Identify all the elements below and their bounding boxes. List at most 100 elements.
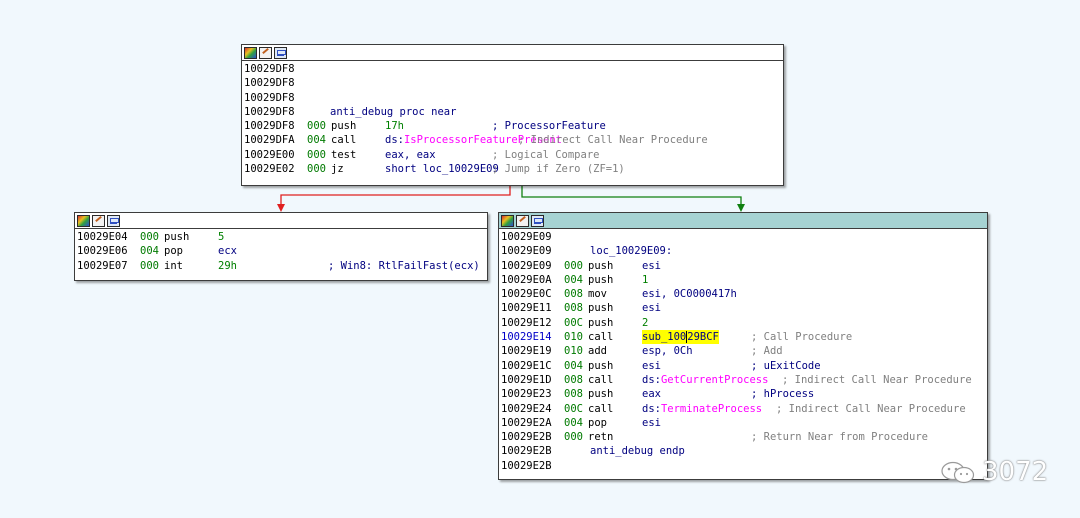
code-line[interactable]: 10029E2B bbox=[501, 459, 987, 473]
block-header-selected bbox=[499, 213, 987, 229]
code-label: anti_debug endp bbox=[590, 445, 685, 458]
stack-pointer: 008 bbox=[564, 288, 583, 301]
code-line[interactable]: 10029E12 00C push 2 bbox=[501, 316, 987, 330]
mnemonic: push bbox=[588, 316, 614, 329]
code-line[interactable]: 10029E1D 008 call ds:GetCurrentProcess ; Ind… bbox=[501, 373, 987, 387]
address: 10029E04 bbox=[77, 231, 128, 243]
address: 10029E23 bbox=[501, 388, 552, 401]
code-line[interactable]: 10029E11 008 push esi bbox=[501, 301, 987, 315]
operand: eax, eax bbox=[385, 148, 436, 161]
address: 10029E07 bbox=[77, 259, 128, 272]
code-line[interactable]: 10029E07 000 int 29h ; Win8: RtlFailFast(ecx… bbox=[77, 259, 487, 273]
address: 10029DF8 bbox=[244, 63, 295, 75]
code-line[interactable]: 10029E24 00C call ds:TerminateProcess ; Indi… bbox=[501, 402, 987, 416]
watermark-text: 3072 bbox=[982, 457, 1049, 487]
operand-part: sub_100 bbox=[642, 331, 687, 344]
operand: esp, 0Ch bbox=[642, 345, 693, 358]
basic-block-entry[interactable]: 10029DF8 10029DF8 10029DF8 10029DF8 anti_deb… bbox=[241, 44, 784, 186]
comment: ; Win8: RtlFailFast(ecx) bbox=[328, 259, 480, 272]
stack-pointer: 000 bbox=[564, 259, 583, 272]
address: 10029E2A bbox=[501, 416, 552, 429]
mnemonic: push bbox=[331, 120, 357, 133]
edit-icon[interactable] bbox=[516, 214, 529, 227]
edit-icon[interactable] bbox=[92, 214, 105, 227]
code-line[interactable]: 10029DF8 bbox=[244, 91, 783, 105]
address: 10029E09 bbox=[501, 231, 552, 243]
code-line[interactable]: 10029E04 000 push 5 bbox=[77, 230, 487, 244]
stack-pointer: 004 bbox=[307, 134, 326, 147]
code-line[interactable]: 10029E23 008 push eax ; hProcess bbox=[501, 387, 987, 401]
operand: esi bbox=[642, 302, 661, 315]
mnemonic: add bbox=[588, 345, 607, 358]
address: 10029E24 bbox=[501, 402, 552, 415]
stack-pointer: 008 bbox=[564, 302, 583, 315]
operand: esi bbox=[642, 416, 661, 429]
code-line[interactable]: 10029E00 000 test eax, eax ; Logical Compare bbox=[244, 148, 783, 162]
mnemonic: pop bbox=[588, 416, 607, 429]
color-palette-icon[interactable] bbox=[77, 214, 90, 227]
graph-view-icon[interactable] bbox=[107, 214, 120, 227]
mnemonic: push bbox=[588, 359, 614, 372]
address: 10029E2B bbox=[501, 459, 552, 472]
address: 10029E19 bbox=[501, 345, 552, 358]
code-line[interactable]: 10029E2A 004 pop esi bbox=[501, 416, 987, 430]
address: 10029E2B bbox=[501, 431, 552, 444]
code-label: anti_debug proc near bbox=[330, 105, 457, 118]
address: 10029DF8 bbox=[244, 91, 295, 104]
code-line[interactable]: 10029E09 bbox=[501, 230, 987, 244]
mnemonic: call bbox=[331, 134, 357, 147]
comment: ; Return Near from Procedure bbox=[751, 431, 929, 444]
mnemonic: test bbox=[331, 148, 357, 161]
operand-part: 29BCF bbox=[687, 331, 719, 344]
basic-block-failfast[interactable]: 10029E04 000 push 5 10029E06 004 pop ecx 10029E0… bbox=[74, 212, 488, 281]
operand: ecx bbox=[218, 245, 237, 258]
code-line[interactable]: 10029E14 010 call sub_10029BCF ; Call Proced… bbox=[501, 330, 987, 345]
code-line[interactable]: 10029E19 010 add esp, 0Ch ; Add bbox=[501, 344, 987, 358]
comment: ; Indirect Call Near Procedure bbox=[776, 402, 966, 415]
color-palette-icon[interactable] bbox=[244, 46, 257, 59]
color-palette-icon[interactable] bbox=[501, 214, 514, 227]
code-line[interactable]: 10029E2B anti_debug endp bbox=[501, 444, 987, 458]
code-line[interactable]: 10029DFA 004 call ds:IsProcessorFeaturePres… bbox=[244, 133, 783, 147]
import-name[interactable]: GetCurrentProcess bbox=[661, 374, 768, 386]
stack-pointer: 010 bbox=[564, 331, 583, 344]
code-line[interactable]: 10029DF8 000 push 17h ; ProcessorFeature bbox=[244, 119, 783, 133]
code-line[interactable]: 10029E06 004 pop ecx bbox=[77, 244, 487, 258]
address: 10029E0A bbox=[501, 273, 552, 286]
code-line[interactable]: 10029E09 loc_10029E09: bbox=[501, 244, 987, 258]
operand-highlighted: sub_10029BCF bbox=[642, 330, 719, 345]
code-line[interactable]: 10029DF8 bbox=[244, 76, 783, 90]
mnemonic: push bbox=[588, 302, 614, 315]
code-line[interactable]: 10029DF8 bbox=[244, 62, 783, 76]
stack-pointer: 00C bbox=[564, 402, 583, 415]
code-line[interactable]: 10029E1C 004 push esi ; uExitCode bbox=[501, 359, 987, 373]
mnemonic: retn bbox=[588, 431, 614, 444]
comment: ; Indirect Call Near Procedure bbox=[782, 373, 972, 386]
code-line[interactable]: 10029E02 000 jz short loc_10029E09; Jump if… bbox=[244, 162, 783, 176]
code-line[interactable]: 10029E09 000 push esi bbox=[501, 259, 987, 273]
code-line[interactable]: 10029E2B 000 retn ; Return Near from Proced… bbox=[501, 430, 987, 444]
import-name[interactable]: TerminateProcess bbox=[661, 403, 762, 415]
basic-block-loc-10029e09[interactable]: 10029E09 10029E09 loc_10029E09: 10029E09 000… bbox=[498, 212, 988, 480]
stack-pointer: 008 bbox=[564, 388, 583, 401]
graph-view-icon[interactable] bbox=[531, 214, 544, 227]
address: 10029DF8 bbox=[244, 105, 295, 118]
mnemonic: call bbox=[588, 373, 614, 386]
address: 10029E09 bbox=[501, 245, 552, 258]
operand-prefix: ds: bbox=[642, 373, 661, 386]
address: 10029E02 bbox=[244, 163, 295, 176]
comment: ; ProcessorFeature bbox=[492, 120, 606, 133]
stack-pointer: 010 bbox=[564, 345, 583, 358]
code-line[interactable]: 10029DF8 anti_debug proc near bbox=[244, 105, 783, 119]
operand: short loc_10029E09 bbox=[385, 163, 499, 176]
mnemonic: push bbox=[588, 259, 614, 272]
code-line[interactable]: 10029E0C 008 mov esi, 0C0000417h bbox=[501, 287, 987, 301]
code-line[interactable]: 10029E0A 004 push 1 bbox=[501, 273, 987, 287]
graph-view-icon[interactable] bbox=[274, 46, 287, 59]
stack-pointer: 000 bbox=[140, 231, 159, 243]
edit-icon[interactable] bbox=[259, 46, 272, 59]
address: 10029E00 bbox=[244, 148, 295, 161]
wechat-icon bbox=[941, 461, 975, 484]
address: 10029E14 bbox=[501, 331, 552, 344]
operand: 17h bbox=[385, 120, 404, 133]
